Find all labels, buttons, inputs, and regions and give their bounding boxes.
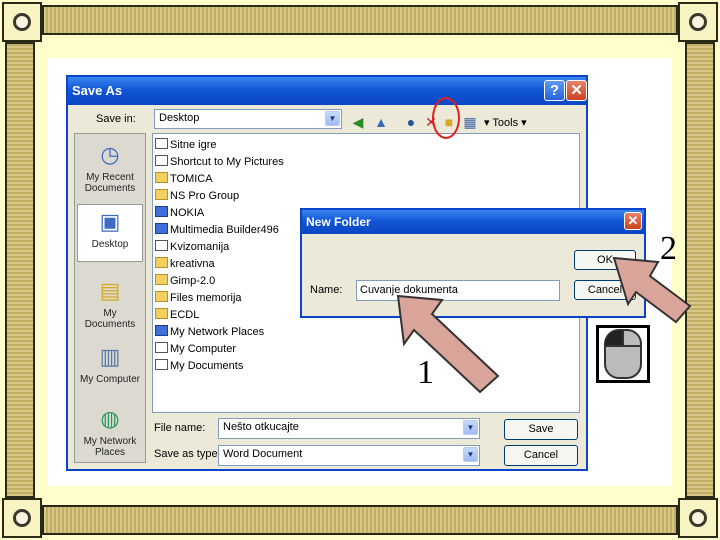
arrow-one — [396, 294, 500, 394]
mouse-graphic — [604, 329, 642, 379]
arrow-two — [612, 256, 692, 324]
callout-arrows — [396, 256, 692, 394]
callout-one-number: 1 — [417, 354, 434, 391]
callout-two-number: 2 — [660, 230, 677, 267]
mouse-left-click-icon — [596, 325, 650, 383]
